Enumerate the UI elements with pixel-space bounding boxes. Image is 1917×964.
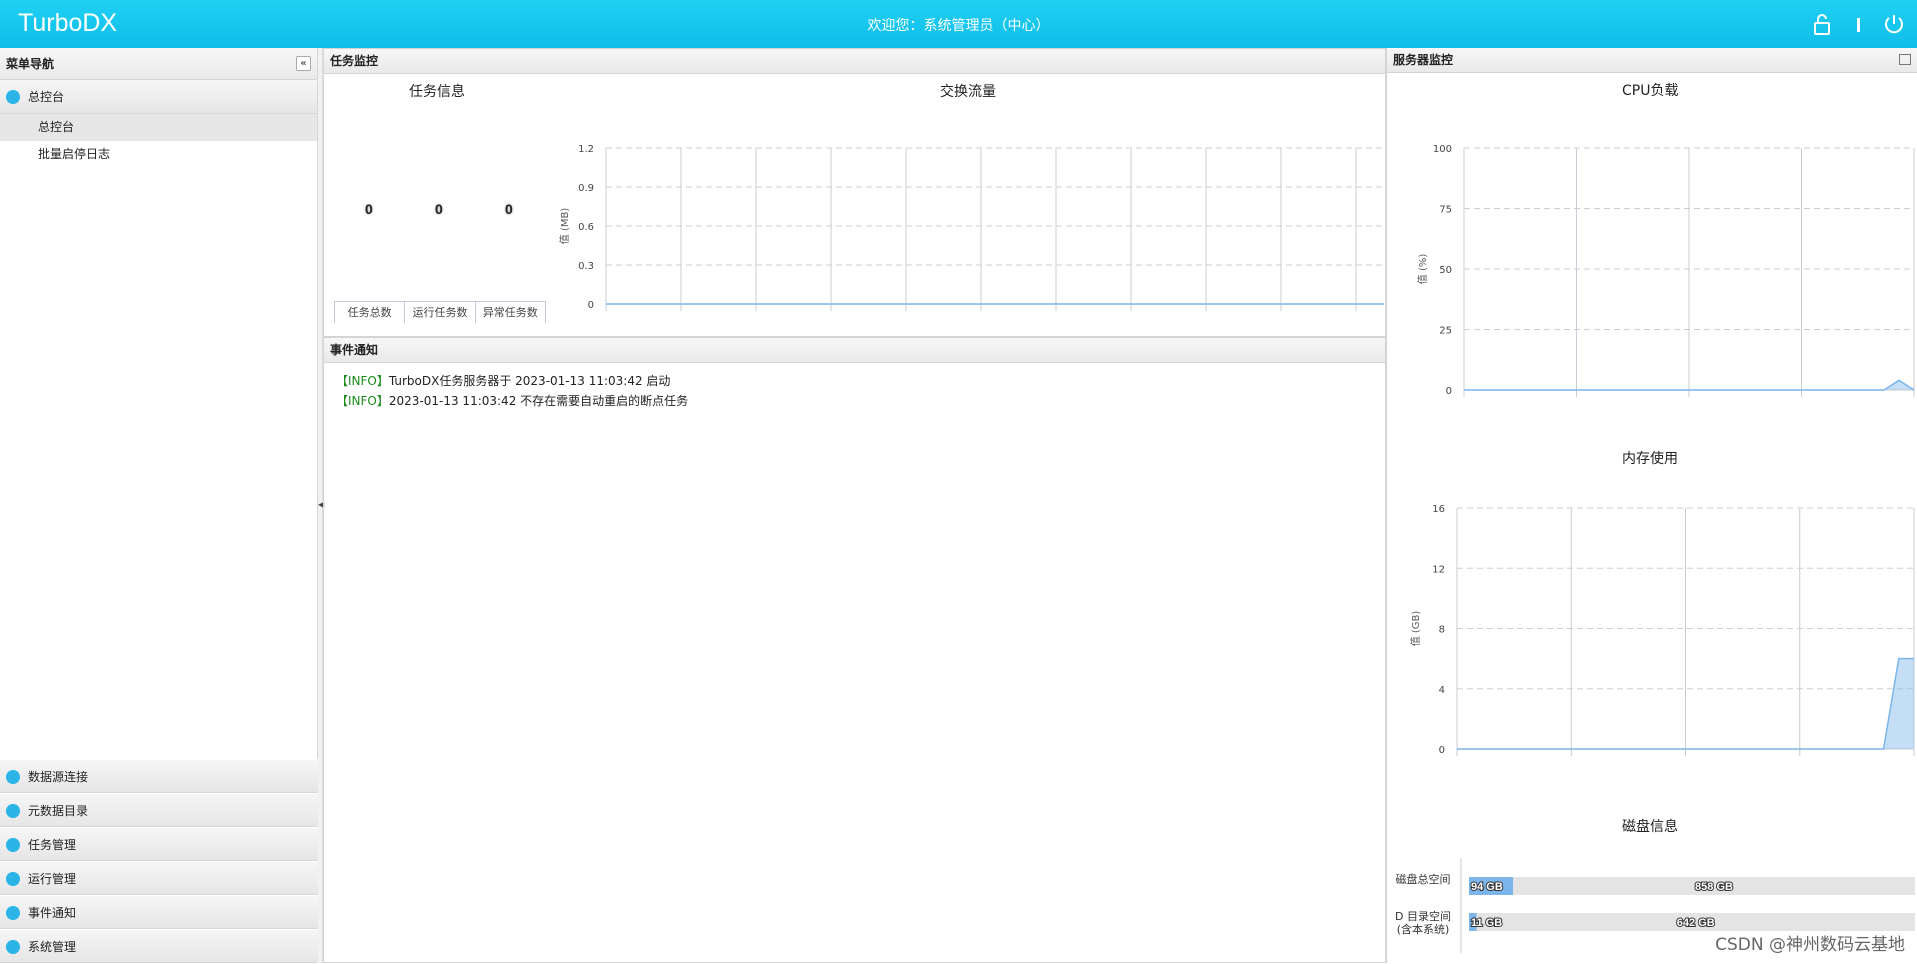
- bottom-nav-groups: 数据源连接 元数据目录 任务管理 运行管理 事件通知 系统管理: [0, 759, 318, 963]
- y-tick-label: 1.2: [578, 144, 594, 155]
- task-info-title: 任务信息: [409, 81, 465, 101]
- nav-group-label: 任务管理: [28, 838, 76, 852]
- y-tick-label: 75: [1439, 205, 1452, 216]
- nav-group-label: 事件通知: [28, 906, 76, 920]
- sub-item-dashboard[interactable]: 总控台: [0, 114, 317, 141]
- cpu-chart-title: CPU负载: [1622, 80, 1678, 100]
- catalog-icon: [6, 804, 20, 818]
- clock-icon: [6, 838, 20, 852]
- y-tick-label: 0: [1439, 745, 1445, 756]
- exchange-traffic-chart: 0 0.3 0.6 0.9 1.2 值 (MB): [554, 109, 1384, 334]
- disk-chart-title: 磁盘信息: [1622, 816, 1678, 836]
- nav-group-label: 总控台: [28, 90, 64, 104]
- y-tick-label: 100: [1433, 144, 1452, 155]
- server-monitor-header: 服务器监控: [1387, 48, 1917, 73]
- nav-group-events[interactable]: 事件通知: [0, 895, 318, 929]
- y-axis-label: 值 (MB): [558, 208, 571, 245]
- error-tasks-value: 0: [505, 201, 513, 217]
- y-tick-label: 0: [1446, 386, 1452, 397]
- event-panel: 事件通知 【INFO】TurboDX任务服务器于 2023-01-13 11:0…: [323, 337, 1386, 963]
- top-header: TurboDX 欢迎您：系统管理员（中心）: [0, 0, 1917, 48]
- collapse-sidebar-icon[interactable]: «: [296, 56, 311, 71]
- sub-item-batch-log[interactable]: 批量启停日志: [0, 141, 317, 168]
- event-text: TurboDX任务服务器于 2023-01-13 11:03:42 启动: [389, 374, 671, 388]
- power-icon[interactable]: [1881, 11, 1907, 37]
- memory-chart-title: 内存使用: [1622, 448, 1678, 468]
- memory-usage-chart: 0 4 8 12 16 值 (GB): [1387, 478, 1917, 838]
- y-tick-label: 25: [1439, 326, 1452, 337]
- y-tick-label: 50: [1439, 265, 1452, 276]
- nav-group-task-management[interactable]: 任务管理: [0, 827, 318, 861]
- monitor-icon: [6, 90, 20, 104]
- event-panel-header: 事件通知: [324, 338, 1385, 363]
- nav-group-run-management[interactable]: 运行管理: [0, 861, 318, 895]
- total-tasks-value: 0: [365, 201, 373, 217]
- y-tick-label: 0.9: [578, 183, 594, 194]
- nav-group-label: 数据源连接: [28, 770, 88, 784]
- event-tag: 【INFO】: [336, 374, 389, 388]
- server-monitor-panel: 服务器监控 CPU负载 0 25 50 75 100 值 (%) 内存使用 0 4 8 12 16…: [1386, 48, 1917, 963]
- disk-free-label: 642 GB: [1677, 917, 1715, 929]
- y-axis-label: 值 (%): [1416, 254, 1429, 285]
- nav-group-label: 运行管理: [28, 872, 76, 886]
- disk-free-label: 858 GB: [1695, 881, 1733, 893]
- exchange-chart-title: 交换流量: [940, 81, 996, 101]
- nav-group-datasource[interactable]: 数据源连接: [0, 759, 318, 793]
- y-tick-label: 0.3: [578, 261, 594, 272]
- link-icon: [6, 770, 20, 784]
- sidebar-header: 菜单导航 «: [0, 48, 317, 80]
- disk-used-label: 11 GB: [1471, 917, 1502, 929]
- restore-window-icon[interactable]: [1899, 54, 1911, 65]
- sub-item-label: 总控台: [38, 120, 74, 134]
- disk-used-label: 94 GB: [1471, 881, 1503, 893]
- nav-group-dashboard[interactable]: 总控台: [0, 80, 317, 114]
- y-tick-label: 12: [1432, 564, 1445, 575]
- y-tick-label: 4: [1439, 685, 1445, 696]
- nav-group-system[interactable]: 系统管理: [0, 929, 318, 963]
- sidebar-title: 菜单导航: [6, 57, 54, 71]
- y-axis-label: 值 (GB): [1409, 611, 1422, 647]
- nav-group-metadata[interactable]: 元数据目录: [0, 793, 318, 827]
- watermark: CSDN @神州数码云基地: [1715, 930, 1905, 955]
- y-tick-label: 16: [1432, 504, 1445, 515]
- cpu-load-chart: 0 25 50 75 100 值 (%): [1387, 108, 1917, 433]
- nav-group-label: 系统管理: [28, 940, 76, 954]
- running-tasks-value: 0: [435, 201, 443, 217]
- nav-group-label: 元数据目录: [28, 804, 88, 818]
- message-icon: [6, 906, 20, 920]
- cluster-icon: [6, 872, 20, 886]
- event-tag: 【INFO】: [336, 394, 389, 408]
- sidebar: 菜单导航 « 总控台 总控台 批量启停日志 数据源连接 元数据目录 任务管理 运…: [0, 48, 318, 963]
- tab-error-tasks[interactable]: 异常任务数: [475, 302, 546, 323]
- task-monitor-header: 任务监控: [324, 49, 1385, 74]
- task-monitor-panel: 任务监控 任务信息 0 0 0 任务总数 运行任务数 异常任务数 交换流量 00…: [323, 48, 1386, 337]
- y-tick-label: 8: [1439, 625, 1445, 636]
- event-list: 【INFO】TurboDX任务服务器于 2023-01-13 11:03:42 …: [324, 363, 1385, 411]
- lock-icon[interactable]: [1809, 11, 1835, 37]
- disk-free-bar: [1469, 877, 1915, 895]
- sub-item-label: 批量启停日志: [38, 147, 110, 161]
- tab-running-tasks[interactable]: 运行任务数: [404, 302, 474, 323]
- welcome-text: 欢迎您：系统管理员（中心）: [0, 15, 1917, 35]
- event-item: 【INFO】2023-01-13 11:03:42 不存在需要自动重启的断点任务: [324, 391, 1385, 411]
- event-text: 2023-01-13 11:03:42 不存在需要自动重启的断点任务: [389, 394, 688, 408]
- event-item: 【INFO】TurboDX任务服务器于 2023-01-13 11:03:42 …: [324, 371, 1385, 391]
- separator-icon: [1845, 11, 1871, 37]
- task-counter-tabs: 任务总数 运行任务数 异常任务数: [334, 301, 546, 323]
- y-tick-label: 0: [588, 300, 594, 311]
- tab-total-tasks[interactable]: 任务总数: [334, 302, 404, 323]
- gear-icon: [6, 940, 20, 954]
- y-tick-label: 0.6: [578, 222, 594, 233]
- server-monitor-title: 服务器监控: [1393, 53, 1453, 67]
